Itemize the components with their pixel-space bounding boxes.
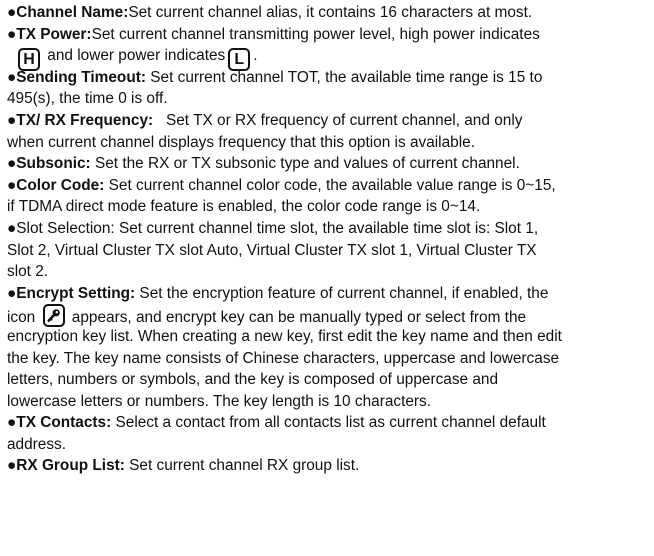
encrypt-icon-pre: icon	[7, 309, 36, 327]
encrypt-setting-line-2: icon appears, and encrypt key can be man…	[7, 304, 648, 328]
tx-contacts-term: ●TX Contacts:	[7, 414, 112, 432]
txrx-frequency-desc: Set TX or RX frequency of current channe…	[153, 111, 523, 129]
encrypt-setting-line-4: the key. The key name consists of Chines…	[7, 349, 560, 367]
subsonic-term: ●Subsonic:	[7, 155, 91, 173]
encrypt-setting-line-1: ●Encrypt Setting: Set the encryption fea…	[7, 283, 648, 305]
color-code-line-2: if TDMA direct mode feature is enabled, …	[7, 198, 481, 216]
slot-selection-line-1: ●Slot Selection: Set current channel tim…	[7, 219, 539, 237]
channel-name-term: ●Channel Name:	[7, 4, 129, 21]
encrypt-setting-line-5: letters, numbers or symbols, and the key…	[7, 371, 499, 389]
encrypt-setting-desc: Set the encryption feature of current ch…	[135, 284, 549, 302]
slot-selection-line-2: Slot 2, Virtual Cluster TX slot Auto, Vi…	[7, 241, 537, 259]
tx-power-desc-2: and lower power indicates	[47, 47, 226, 65]
tx-power-end: .	[253, 47, 258, 65]
encrypt-icon-post: appears, and encrypt key can be manually…	[71, 309, 527, 327]
sending-timeout-line-1: ●Sending Timeout: Set current channel TO…	[7, 67, 648, 89]
encrypt-setting-line-3: encryption key list. When creating a new…	[7, 327, 562, 345]
sending-timeout-desc: Set current channel TOT, the available t…	[145, 68, 543, 86]
rx-group-list-term: ●RX Group List:	[7, 457, 125, 475]
color-code-term: ●Color Code:	[7, 176, 105, 194]
slot-selection-line-3: slot 2.	[7, 263, 49, 281]
color-code-line-1: ●Color Code: Set current channel color c…	[7, 175, 648, 197]
encryption-key-icon	[42, 304, 65, 328]
channel-name-desc: Set current channel alias, it contains 1…	[128, 4, 533, 21]
tx-power-line-1: ●TX Power:Set current channel transmitti…	[7, 24, 648, 46]
subsonic-desc: Set the RX or TX subsonic type and value…	[90, 155, 520, 173]
rx-group-list-desc: Set current channel RX group list.	[124, 457, 360, 475]
txrx-frequency-term: ●TX/ RX Frequency:	[7, 111, 154, 129]
tx-power-desc: Set current channel transmitting power l…	[91, 25, 540, 43]
sending-timeout-line-2: 495(s), the time 0 is off.	[7, 90, 168, 108]
rx-group-list-line: ●RX Group List: Set current channel RX g…	[7, 455, 648, 477]
tx-contacts-line-2: address.	[7, 435, 67, 453]
sending-timeout-term: ●Sending Timeout:	[7, 68, 146, 86]
txrx-frequency-line-1: ●TX/ RX Frequency: Set TX or RX frequenc…	[7, 110, 648, 132]
txrx-frequency-line-2: when current channel displays frequency …	[7, 133, 475, 151]
subsonic-line: ●Subsonic: Set the RX or TX subsonic typ…	[7, 153, 648, 175]
tx-power-term: ●TX Power:	[7, 25, 92, 43]
tx-power-line-2: H and lower power indicates L.	[7, 45, 648, 72]
tx-contacts-desc: Select a contact from all contacts list …	[111, 414, 546, 432]
manual-page: ●Channel Name:Set current channel alias,…	[0, 0, 654, 477]
encrypt-setting-term: ●Encrypt Setting:	[7, 284, 136, 302]
tx-contacts-line-1: ●TX Contacts: Select a contact from all …	[7, 412, 648, 434]
encrypt-setting-line-6: lowercase letters or numbers. The key le…	[7, 392, 432, 410]
color-code-desc: Set current channel color code, the avai…	[104, 176, 556, 194]
channel-name-line: ●Channel Name:Set current channel alias,…	[7, 2, 648, 24]
